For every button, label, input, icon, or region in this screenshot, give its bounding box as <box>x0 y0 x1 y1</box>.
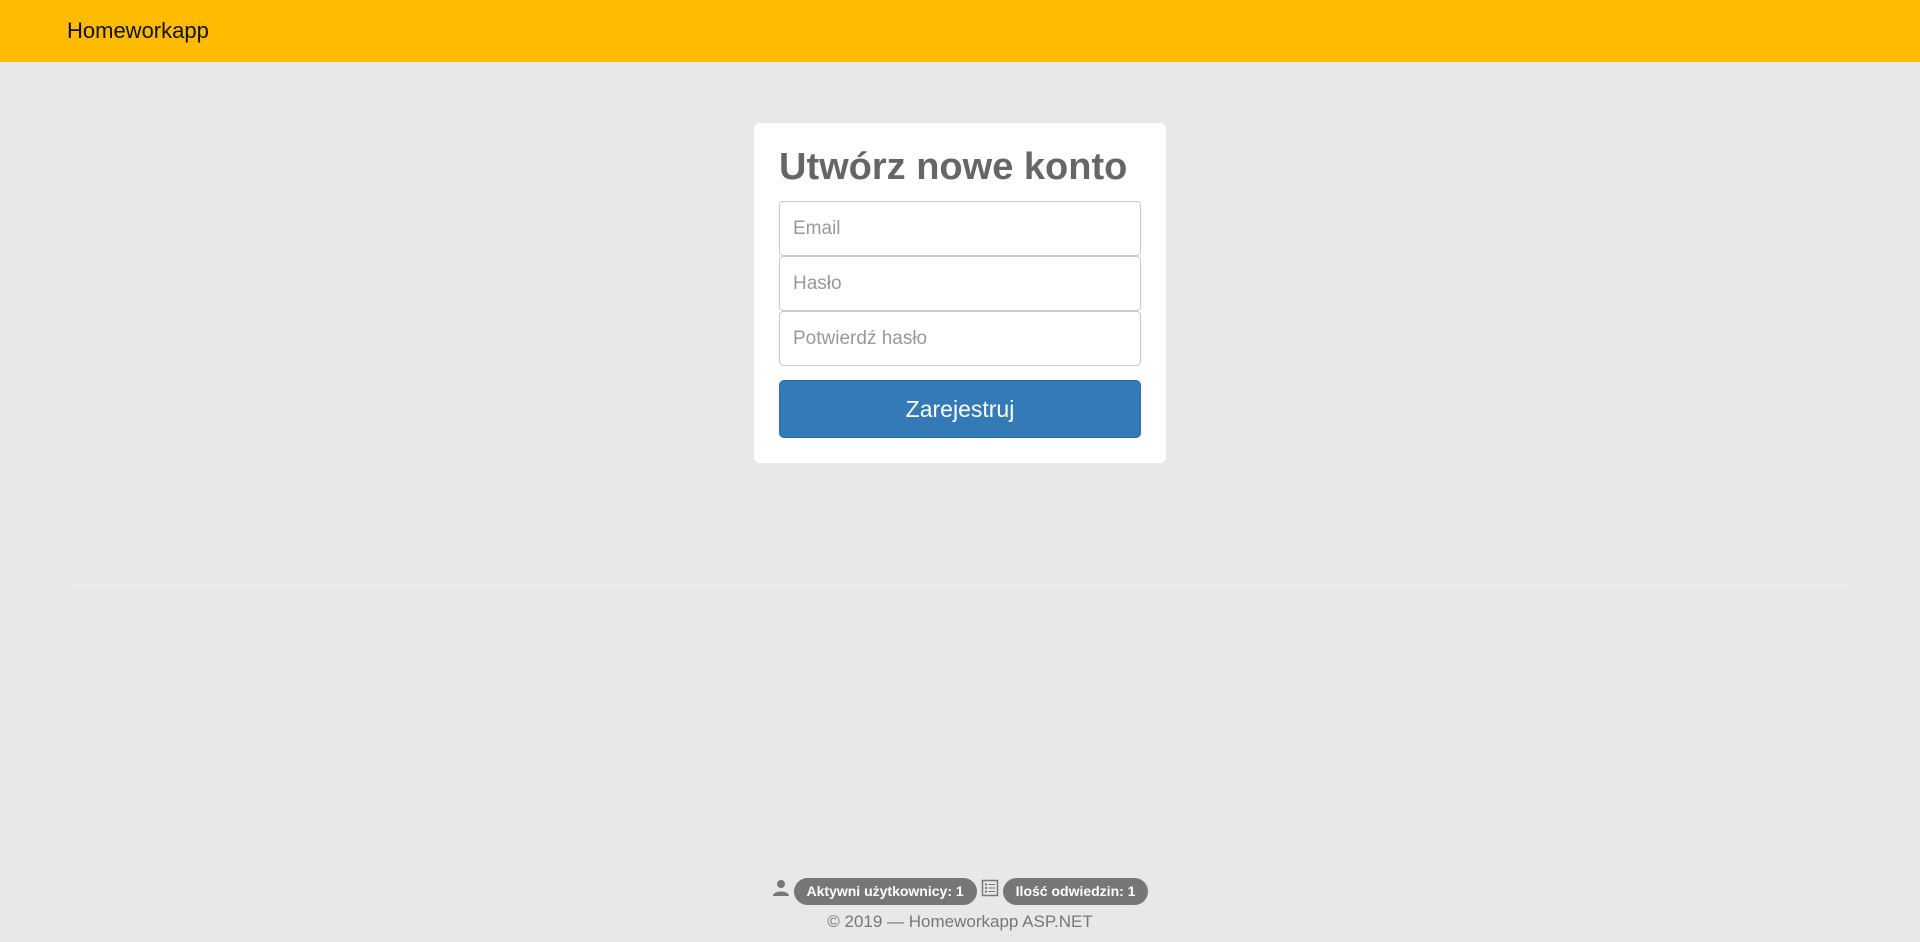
password-field[interactable] <box>779 256 1141 311</box>
page-title: Utwórz nowe konto <box>779 146 1128 188</box>
active-users-badge: Aktywni użytkownicy: 1 <box>793 878 977 905</box>
navbar: Homeworkapp <box>0 0 1920 62</box>
site-stats: Aktywni użytkownicy: 1 Ilość odwiedzin: … <box>0 878 1920 905</box>
list-icon <box>981 879 999 897</box>
divider <box>67 585 1853 586</box>
visits-badge: Ilość odwiedzin: 1 <box>1002 878 1149 905</box>
user-icon <box>772 879 790 897</box>
email-field[interactable] <box>779 201 1141 256</box>
register-button[interactable]: Zarejestruj <box>779 380 1141 438</box>
confirm-password-field[interactable] <box>779 311 1141 366</box>
brand-link[interactable]: Homeworkapp <box>67 18 209 44</box>
register-card: Utwórz nowe konto Zarejestruj <box>754 123 1166 463</box>
copyright: © 2019 — Homeworkapp ASP.NET <box>827 912 1093 931</box>
